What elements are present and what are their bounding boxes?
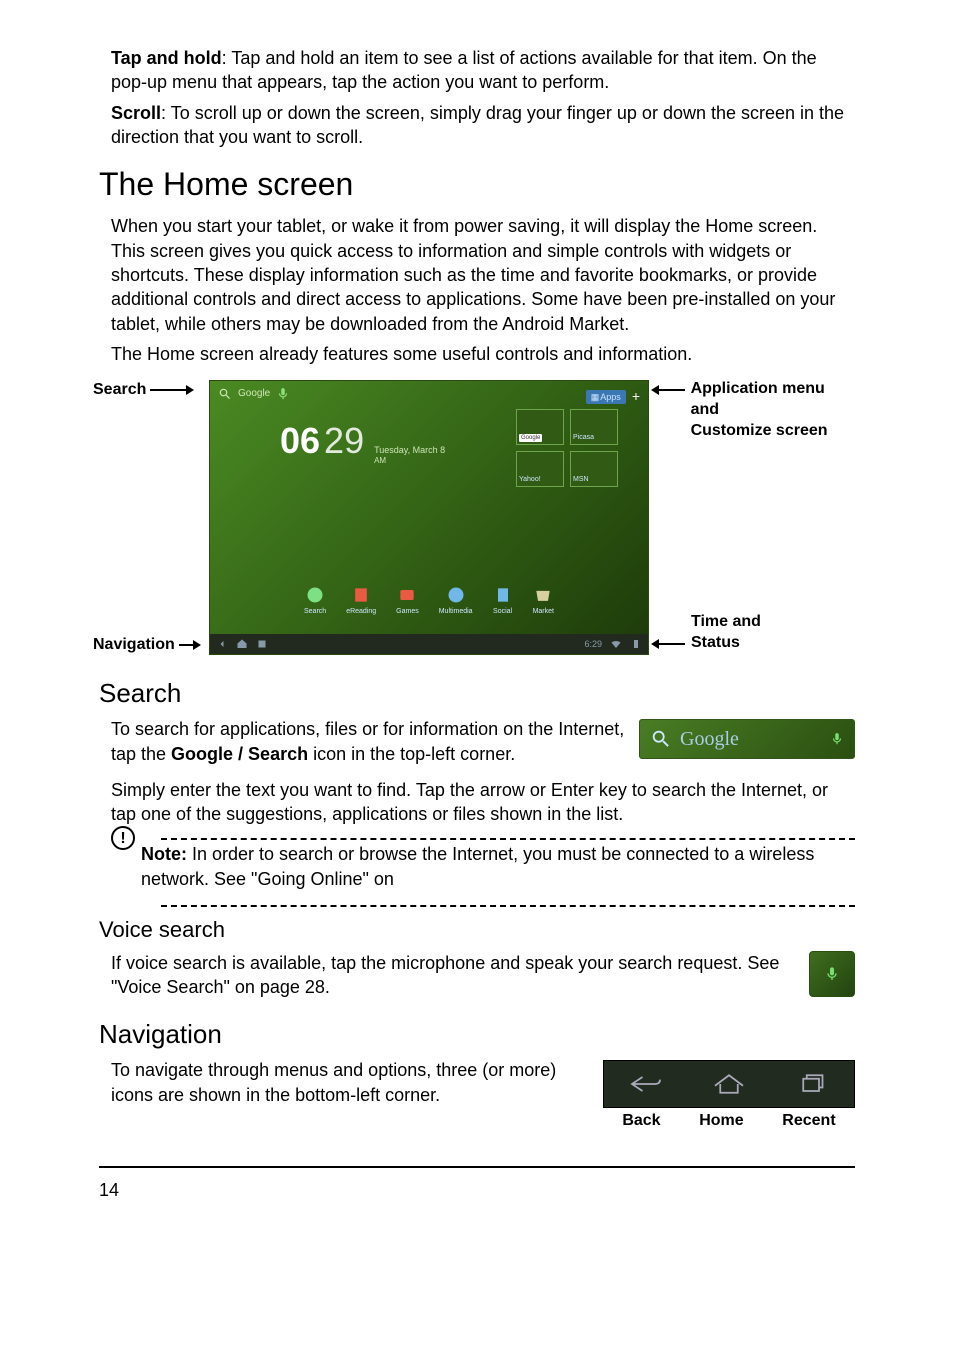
clock-ampm: AM	[374, 456, 445, 467]
tablet-screenshot: Google ▦ Apps + 06 29 Tuesday, March 8 A…	[209, 380, 649, 655]
mic-icon	[830, 729, 844, 749]
mic-icon	[276, 387, 290, 401]
nav-icons-box	[603, 1060, 855, 1108]
label-back: Back	[622, 1110, 660, 1132]
scroll-term: Scroll	[111, 103, 161, 123]
home-description-2: The Home screen already features some us…	[111, 342, 855, 366]
heading-voice-search: Voice search	[99, 915, 855, 945]
plus-icon: +	[632, 387, 640, 406]
back-icon	[625, 1071, 667, 1097]
dock-social: Social	[493, 585, 513, 616]
callout-timestatus-label: Time andStatus	[691, 613, 761, 651]
voice-p1: If voice search is available, tap the mi…	[111, 951, 855, 1000]
page-number: 14	[99, 1178, 855, 1202]
home-icon	[708, 1071, 750, 1097]
shot-topbar-right: ▦ Apps +	[586, 387, 640, 406]
clock-date: Tuesday, March 8	[374, 444, 445, 456]
footer-rule	[99, 1166, 855, 1168]
shot-topbar-left: Google	[218, 387, 290, 401]
back-icon	[216, 638, 228, 650]
tap-hold-term: Tap and hold	[111, 48, 222, 68]
battery-icon	[630, 638, 642, 650]
widget-picasa: Picasa	[570, 409, 618, 445]
note-block: ! Note: In order to search or browse the…	[111, 838, 855, 907]
label-recent: Recent	[782, 1110, 835, 1132]
home-screen-figure: Search Navigation Application menu and C…	[99, 380, 855, 660]
callout-time-status: Time andStatus	[651, 612, 761, 654]
label-home: Home	[699, 1110, 743, 1132]
dock: Search eReading Games Multimedia Social …	[210, 585, 648, 616]
recent-icon	[256, 638, 268, 650]
google-brand-text: Google	[680, 726, 822, 753]
dock-market: Market	[533, 585, 554, 616]
widget-msn: MSN	[570, 451, 618, 487]
apps-button: ▦ Apps	[586, 390, 626, 404]
dock-multimedia: Multimedia	[439, 585, 473, 616]
scroll-desc: : To scroll up or down the screen, simpl…	[111, 103, 844, 147]
callout-customize-label: Customize screen	[691, 422, 828, 439]
callout-appmenu-label: Application menu and	[691, 380, 825, 418]
widget-yahoo: Yahoo!	[516, 451, 564, 487]
note-label: Note:	[141, 844, 187, 864]
clock-minutes: 29	[324, 417, 364, 466]
note-text: In order to search or browse the Interne…	[141, 844, 814, 888]
dock-games: Games	[396, 585, 419, 616]
search-p2: Simply enter the text you want to find. …	[111, 778, 855, 827]
voice-search-tile	[809, 951, 855, 997]
callout-navigation: Navigation	[93, 634, 201, 656]
alert-icon: !	[111, 826, 135, 850]
callout-navigation-label: Navigation	[93, 634, 175, 656]
mic-icon	[824, 962, 840, 986]
paragraph-scroll: Scroll: To scroll up or down the screen,…	[111, 101, 855, 150]
nav-labels: Back Home Recent	[603, 1110, 855, 1132]
google-search-pill: Google	[639, 719, 855, 759]
paragraph-tap-hold: Tap and hold: Tap and hold an item to se…	[111, 46, 855, 95]
shot-search-label: Google	[238, 387, 270, 401]
dock-search: Search	[304, 585, 326, 616]
navbar-time: 6:29	[584, 638, 602, 650]
home-icon	[236, 638, 248, 650]
search-icon	[218, 387, 232, 401]
widget-google: Google	[516, 409, 564, 445]
recent-icon	[791, 1071, 833, 1097]
clock-hours: 06	[280, 417, 320, 466]
shot-navbar: 6:29	[210, 634, 648, 654]
wifi-icon	[610, 638, 622, 650]
dock-ereading: eReading	[346, 585, 376, 616]
magnifier-icon	[650, 728, 672, 750]
heading-search: Search	[99, 676, 855, 711]
home-description-1: When you start your tablet, or wake it f…	[111, 214, 855, 335]
heading-navigation: Navigation	[99, 1017, 855, 1052]
google-search-term: Google / Search	[171, 744, 308, 764]
bookmark-widgets: Google Picasa Yahoo! MSN	[516, 409, 618, 487]
callout-search-label: Search	[93, 379, 146, 401]
heading-home-screen: The Home screen	[99, 163, 855, 206]
clock-widget: 06 29 Tuesday, March 8 AM	[280, 417, 445, 467]
callout-search: Search	[93, 379, 194, 401]
callout-app-menu: Application menu and Customize screen	[651, 379, 855, 441]
